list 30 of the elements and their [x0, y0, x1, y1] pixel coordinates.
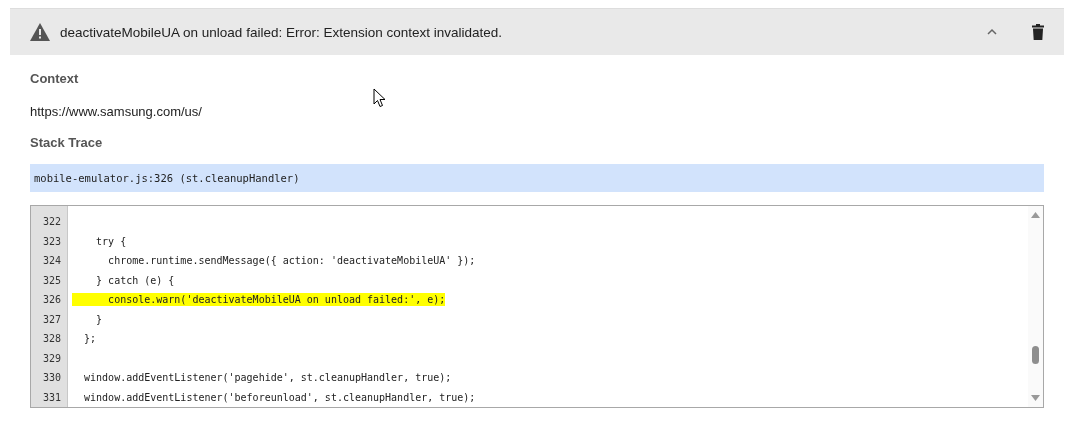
line-number: 325: [41, 273, 62, 288]
line-number: 323: [41, 234, 62, 249]
code-line: try {: [95, 234, 127, 248]
code-line: }: [95, 312, 103, 326]
line-number: 330: [41, 371, 62, 385]
error-message: deactivateMobileUA on unload failed: Error: Extension context invalidated.: [60, 24, 503, 40]
scrollbar-thumb[interactable]: [1032, 346, 1039, 364]
mouse-cursor-icon: [373, 88, 386, 108]
warning-icon: [30, 23, 50, 41]
line-number: 329: [41, 351, 62, 366]
context-heading: Context: [30, 71, 80, 86]
line-number: 331: [41, 390, 62, 405]
line-number: 326: [41, 293, 62, 307]
line-number: 328: [41, 332, 62, 346]
stack-frame[interactable]: mobile-emulator.js:326 (st.cleanupHandler): [30, 164, 1044, 192]
caret-icon: [986, 28, 998, 36]
line-number: 322: [41, 215, 62, 229]
delete-button[interactable]: [1030, 23, 1046, 41]
context-url: https://www.samsung.com/us/: [30, 104, 203, 119]
code-line: window.addEventListener('pagehide', st.cleanupHandler, true);: [83, 371, 452, 385]
code-line: window.addEventListener('beforeunload', st.cleanupHandler, true);: [83, 390, 476, 404]
code-line: } catch (e) {: [95, 273, 175, 287]
scroll-down-icon[interactable]: [1031, 395, 1040, 401]
line-number: 324: [41, 254, 62, 268]
stack-trace-heading: Stack Trace: [30, 135, 104, 150]
line-number: 327: [41, 312, 62, 327]
code-line: chrome.runtime.sendMessage({ action: 'deactivateMobileUA' });: [107, 254, 476, 268]
code-line: };: [83, 332, 97, 346]
scrollbar[interactable]: [1028, 206, 1043, 407]
scroll-up-icon[interactable]: [1031, 212, 1040, 218]
